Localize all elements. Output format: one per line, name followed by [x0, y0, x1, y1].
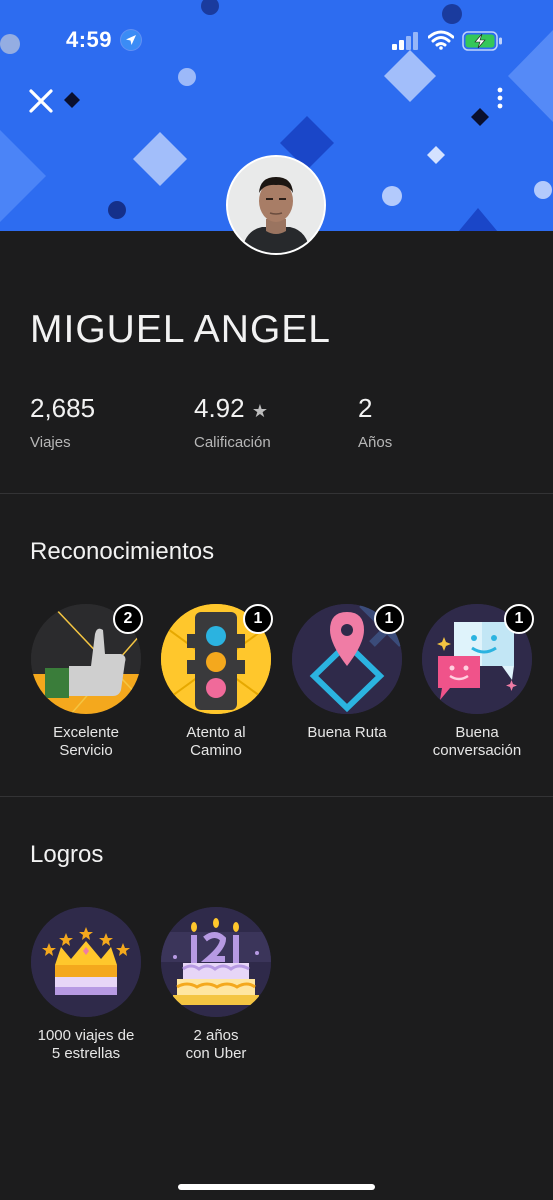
recognition-label: Atento al Camino	[186, 724, 246, 759]
crown-stars-icon	[31, 907, 141, 1017]
recognitions-title: Reconocimientos	[30, 538, 215, 565]
recognition-excellent-service[interactable]: 2 Excelente Servicio	[16, 604, 156, 760]
recognition-count-badge: 2	[113, 604, 143, 634]
location-arrow-icon	[120, 29, 142, 51]
achievements-title: Logros	[30, 841, 104, 868]
status-time: 4:59	[66, 27, 113, 52]
stat-trips-label: Viajes	[30, 434, 71, 451]
stat-years-value: 2	[358, 393, 373, 423]
recognition-attentive-road[interactable]: 1 Atento al Camino	[146, 604, 286, 760]
star-icon: ★	[251, 401, 268, 421]
driver-photo	[228, 157, 324, 253]
achievement-2-years-uber[interactable]: 2 años con Uber	[146, 907, 286, 1063]
achievement-label: 2 años con Uber	[185, 1027, 247, 1062]
cellular-signal-icon	[392, 32, 418, 50]
stat-rating-label: Calificación	[194, 434, 271, 451]
stat-trips-value: 2,685	[30, 393, 96, 423]
stat-years: 2 Años	[358, 393, 392, 451]
recognition-good-route[interactable]: 1 Buena Ruta	[277, 604, 417, 742]
birthday-cake-icon	[161, 907, 271, 1017]
recognition-label: Buena conversación	[432, 724, 522, 759]
recognition-label: Excelente Servicio	[53, 724, 119, 759]
stat-trips: 2,685 Viajes	[30, 393, 95, 451]
battery-charging-icon	[462, 31, 502, 51]
more-options-icon[interactable]	[492, 85, 508, 115]
stat-rating-value: 4.92	[194, 393, 245, 423]
driver-name: MIGUEL ANGEL	[30, 308, 331, 351]
driver-avatar	[226, 155, 326, 255]
home-indicator[interactable]	[178, 1184, 375, 1190]
stat-years-label: Años	[358, 434, 393, 451]
divider	[0, 796, 553, 797]
close-icon[interactable]	[27, 87, 55, 115]
recognition-count-badge: 1	[243, 604, 273, 634]
recognition-count-badge: 1	[504, 604, 534, 634]
achievement-1000-five-star-trips[interactable]: 1000 viajes de 5 estrellas	[16, 907, 156, 1063]
status-bar: 4:59	[0, 0, 553, 80]
divider	[0, 493, 553, 494]
stat-rating: 4.92 ★ Calificación	[194, 393, 271, 451]
recognition-count-badge: 1	[374, 604, 404, 634]
achievement-label: 1000 viajes de 5 estrellas	[37, 1027, 135, 1062]
wifi-icon	[428, 30, 454, 50]
recognition-good-conversation[interactable]: 1 Buena conversación	[407, 604, 547, 760]
recognition-label: Buena Ruta	[307, 724, 387, 741]
